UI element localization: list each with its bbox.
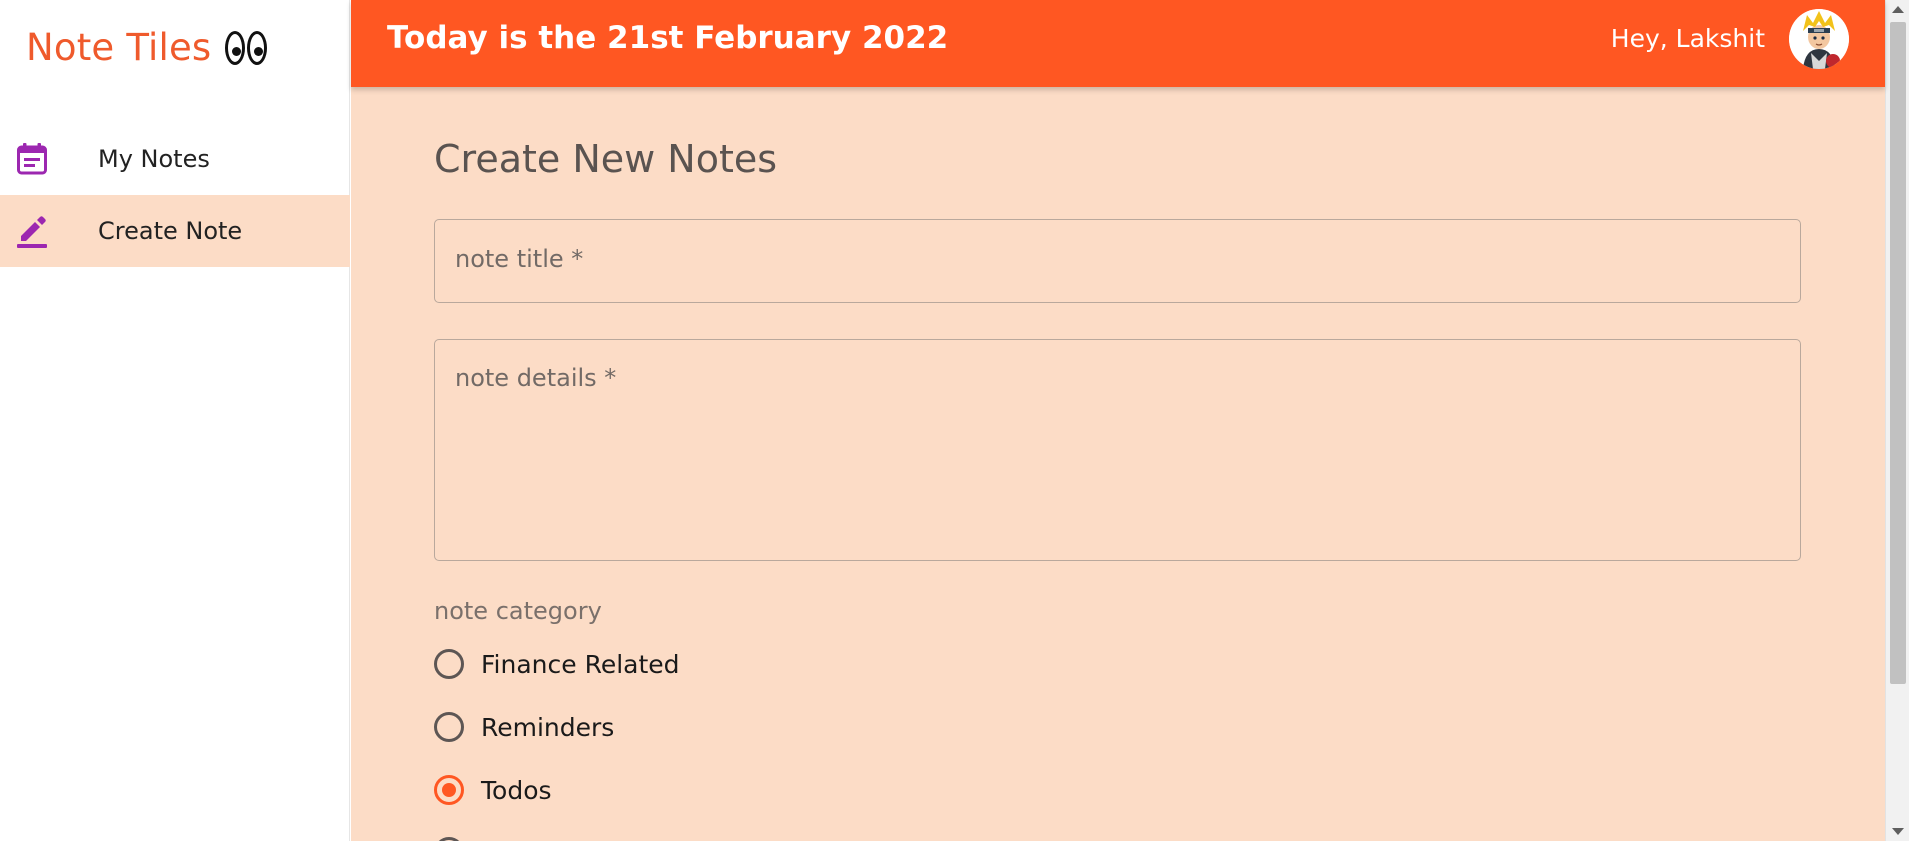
category-option-reminders[interactable]: Reminders	[434, 712, 614, 742]
radio-label: Reminders	[481, 712, 615, 742]
scroll-thumb[interactable]	[1890, 22, 1906, 684]
page-scrollbar[interactable]	[1885, 0, 1909, 841]
radio-button-checked[interactable]	[434, 775, 464, 805]
radio-button[interactable]	[434, 837, 464, 841]
page-title: Create New Notes	[434, 137, 778, 181]
avatar[interactable]	[1789, 9, 1849, 69]
note-title-placeholder: note title *	[455, 245, 584, 273]
category-option-todos[interactable]: Todos	[434, 775, 552, 805]
category-option-partial[interactable]	[434, 837, 481, 841]
note-details-field[interactable]: note details *	[434, 339, 1801, 561]
note-details-placeholder: note details *	[455, 364, 617, 392]
brand[interactable]: Note Tiles	[26, 26, 268, 69]
notes-calendar-icon	[16, 143, 48, 175]
app-header: Today is the 21st February 2022 Hey, Lak…	[351, 0, 1885, 87]
note-title-field[interactable]: note title *	[434, 219, 1801, 303]
note-category-label: note category	[434, 597, 602, 625]
main-content: Create New Notes note title * note detai…	[351, 87, 1885, 841]
eyes-icon	[225, 30, 268, 65]
scroll-up-arrow-icon[interactable]	[1892, 6, 1904, 13]
sidebar-item-my-notes[interactable]: My Notes	[0, 123, 350, 195]
pencil-icon	[16, 215, 48, 248]
sidebar-item-label: Create Note	[98, 217, 243, 245]
sidebar: Note Tiles My Notes Create Note	[0, 0, 350, 841]
radio-button[interactable]	[434, 712, 464, 742]
brand-name: Note Tiles	[26, 26, 212, 69]
scroll-down-arrow-icon[interactable]	[1892, 828, 1904, 835]
sidebar-nav: My Notes Create Note	[0, 123, 350, 267]
sidebar-item-label: My Notes	[98, 145, 210, 173]
header-date: Today is the 21st February 2022	[387, 20, 949, 56]
app-root: Note Tiles My Notes Create Note Today is…	[0, 0, 1909, 841]
sidebar-item-create-note[interactable]: Create Note	[0, 195, 350, 267]
radio-label: Todos	[481, 775, 552, 805]
user-greeting: Hey, Lakshit	[1610, 24, 1765, 53]
radio-button[interactable]	[434, 649, 464, 679]
category-option-finance[interactable]: Finance Related	[434, 649, 680, 679]
radio-label: Finance Related	[481, 649, 680, 679]
